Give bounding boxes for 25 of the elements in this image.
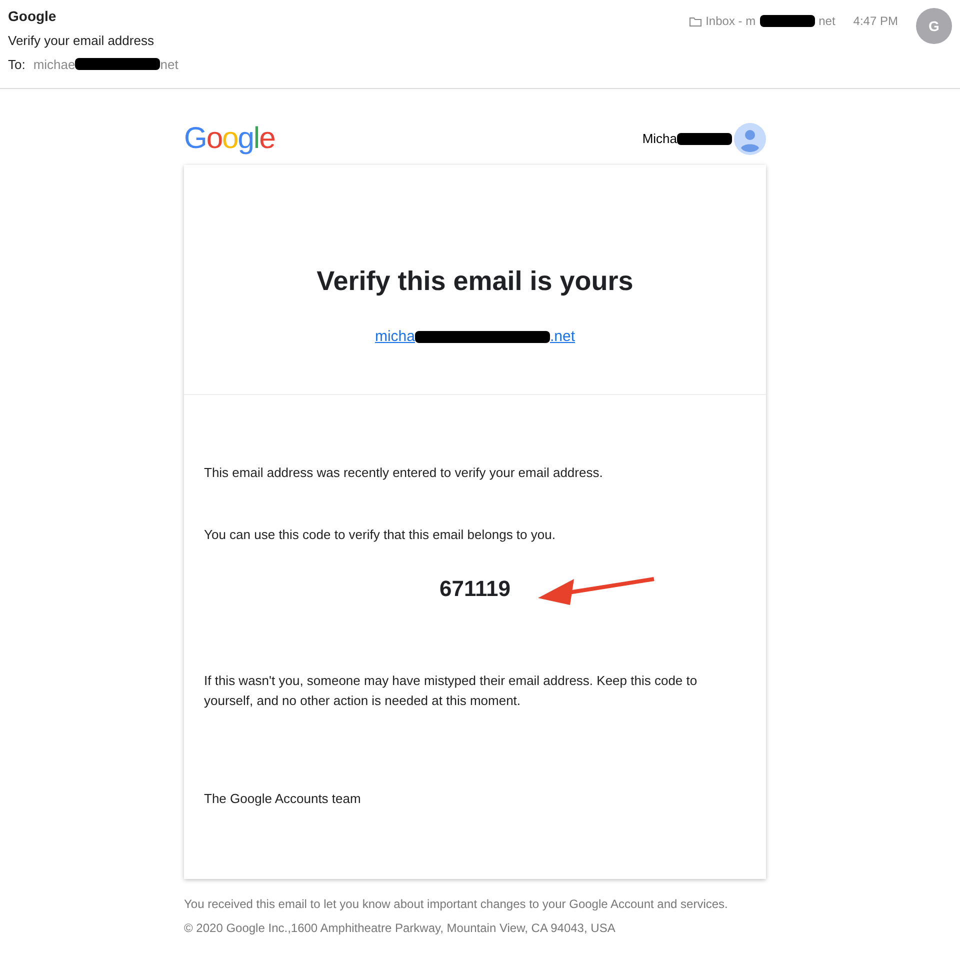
email-link[interactable]: .net xyxy=(550,326,576,348)
folder-label: Inbox - m xyxy=(706,13,756,30)
body-text: If this wasn't you, someone may have mistyped their email address. Keep this code to yourself, and no other action is needed at this moment. xyxy=(204,672,698,710)
received-time: 4:47 PM xyxy=(853,13,898,30)
signature: The Google Accounts team xyxy=(204,790,362,808)
sender-avatar: G xyxy=(916,8,952,44)
verification-code: 671119 xyxy=(440,575,510,603)
recipient-label: To: xyxy=(8,56,26,74)
email-title: Verify this email is yours xyxy=(316,265,634,298)
account-avatar-icon xyxy=(734,123,766,155)
footer-text: © 2020 Google Inc.,1600 Amphitheatre Parkway, Mountain View, CA 94043, USA xyxy=(184,920,616,936)
redaction-mark xyxy=(760,15,815,27)
folder-label: net xyxy=(818,13,836,30)
footer-text: You received this email to let you know about important changes to your Google Account and services. xyxy=(184,896,729,912)
body-text: This email address was recently entered to verify your email address. xyxy=(204,464,604,482)
account-name: Micha xyxy=(642,130,677,148)
email-subject: Verify your email address xyxy=(8,32,155,50)
folder-icon xyxy=(688,16,702,26)
body-text: You can use this code to verify that this email belongs to you. xyxy=(204,526,556,544)
sender-name: Google xyxy=(8,7,58,26)
email-link[interactable]: micha xyxy=(374,326,415,348)
google-logo: Google xyxy=(184,124,275,154)
recipient-address: michae xyxy=(33,56,76,74)
redaction-mark xyxy=(677,133,732,145)
recipient-address: net xyxy=(160,56,178,74)
